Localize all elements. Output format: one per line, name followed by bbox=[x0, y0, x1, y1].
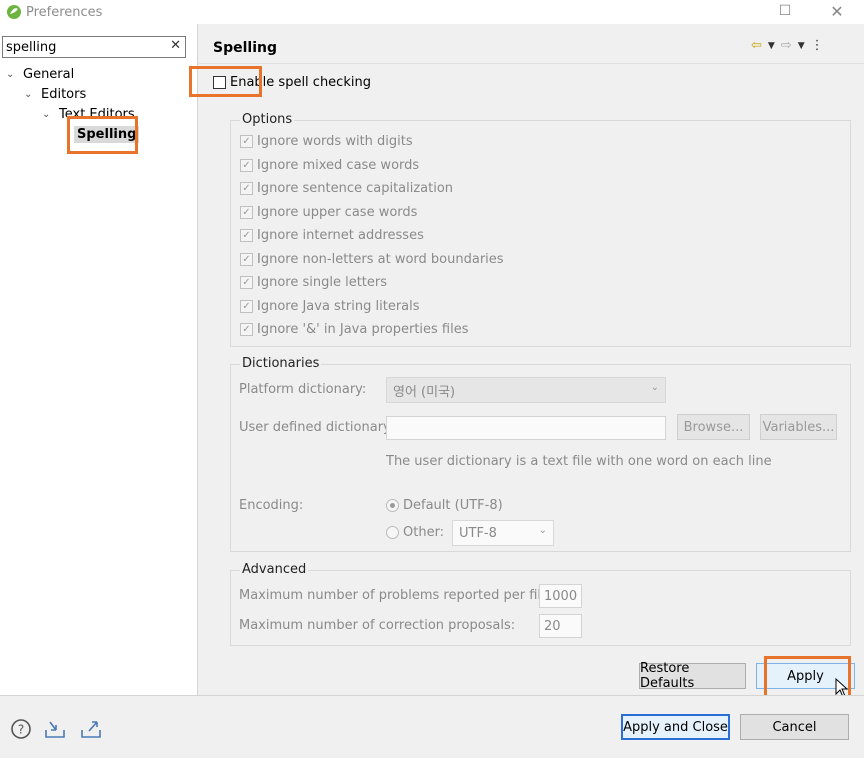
option-ignore-internet[interactable]: ✓ Ignore internet addresses bbox=[240, 228, 424, 243]
check-icon[interactable]: ✓ bbox=[240, 276, 253, 289]
option-ignore-mixed-case[interactable]: ✓ Ignore mixed case words bbox=[240, 158, 419, 173]
enable-label-pre: Ena bbox=[230, 75, 255, 90]
clear-icon[interactable]: ✕ bbox=[170, 38, 181, 53]
tree-item-editors[interactable]: ⌄ Editors bbox=[24, 85, 86, 103]
chevron-down-icon[interactable]: ⌄ bbox=[24, 89, 36, 100]
forward-menu-icon[interactable]: ▼ bbox=[798, 41, 805, 51]
platform-dictionary-select[interactable]: 영어 (미국) ⌄ bbox=[386, 377, 666, 403]
max-problems-input[interactable]: 1000 bbox=[539, 584, 582, 608]
tree-item-text-editors[interactable]: ⌄ Text Editors bbox=[42, 105, 135, 123]
title-bar: Preferences ☐ ✕ bbox=[0, 0, 864, 24]
enable-label-post: ble spell checking bbox=[254, 75, 371, 90]
user-dictionary-input[interactable] bbox=[386, 416, 666, 440]
check-icon[interactable]: ✓ bbox=[240, 323, 253, 336]
enable-spell-checkbox[interactable] bbox=[213, 76, 226, 89]
back-arrow-icon[interactable]: ⇦ bbox=[751, 38, 762, 53]
platform-dictionary-label: Platform dictionary: bbox=[239, 382, 367, 397]
preference-page: Spelling ⇦ ▼ ⇨ ▼ ⋮ Enable spell checking… bbox=[199, 24, 864, 695]
bottom-bar: ? Apply and Close Cancel bbox=[0, 695, 864, 758]
export-icon[interactable] bbox=[80, 718, 102, 740]
option-ignore-java-strings[interactable]: ✓ Ignore Java string literals bbox=[240, 299, 420, 314]
max-problems-label: Maximum number of problems reported per … bbox=[239, 588, 554, 603]
option-ignore-digits[interactable]: ✓ Ignore words with digits bbox=[240, 134, 413, 149]
options-group-title: Options bbox=[240, 112, 295, 127]
encoding-other-select[interactable]: UTF-8 ⌄ bbox=[452, 520, 554, 546]
maximize-icon[interactable]: ☐ bbox=[770, 0, 800, 22]
forward-arrow-icon[interactable]: ⇨ bbox=[781, 38, 792, 53]
dictionaries-group: Dictionaries Platform dictionary: 영어 (미국… bbox=[230, 356, 851, 552]
import-icon[interactable] bbox=[44, 718, 66, 740]
filter-field[interactable]: ✕ bbox=[2, 36, 186, 58]
chevron-down-icon: ⌄ bbox=[538, 525, 547, 536]
chevron-down-icon: ⌄ bbox=[650, 382, 659, 393]
view-menu-icon[interactable]: ⋮ bbox=[811, 38, 824, 53]
check-icon[interactable]: ✓ bbox=[240, 206, 253, 219]
option-ignore-upper-case[interactable]: ✓ Ignore upper case words bbox=[240, 205, 417, 220]
window-title: Preferences bbox=[26, 4, 103, 20]
check-icon[interactable]: ✓ bbox=[240, 159, 253, 172]
preference-tree-pane: ✕ ⌄ General ⌄ Editors ⌄ Text Editors Spe… bbox=[0, 24, 198, 695]
check-icon[interactable]: ✓ bbox=[240, 300, 253, 313]
page-title: Spelling bbox=[213, 40, 277, 56]
browse-button[interactable]: Browse... bbox=[677, 414, 750, 440]
encoding-default-radio[interactable]: Default (UTF-8) bbox=[386, 498, 503, 513]
tree-item-spelling[interactable]: Spelling bbox=[74, 125, 140, 143]
restore-defaults-button[interactable]: Restore Defaults bbox=[639, 661, 746, 691]
nav-toolbar: ⇦ ▼ ⇨ ▼ ⋮ bbox=[751, 38, 824, 53]
option-ignore-ampersand[interactable]: ✓ Ignore '&' in Java properties files bbox=[240, 322, 469, 337]
page-header: Spelling ⇦ ▼ ⇨ ▼ ⋮ bbox=[199, 24, 864, 64]
options-group: Options ✓ Ignore words with digits ✓ Ignor… bbox=[230, 112, 851, 347]
chevron-down-icon[interactable]: ⌄ bbox=[6, 69, 18, 80]
help-icon[interactable]: ? bbox=[10, 718, 32, 740]
option-ignore-sentence-cap[interactable]: ✓ Ignore sentence capitalization bbox=[240, 181, 453, 196]
max-corrections-input[interactable]: 20 bbox=[539, 614, 582, 638]
filter-input[interactable] bbox=[3, 39, 159, 55]
back-menu-icon[interactable]: ▼ bbox=[768, 41, 775, 51]
check-icon[interactable]: ✓ bbox=[240, 135, 253, 148]
tree-item-general[interactable]: ⌄ General bbox=[6, 65, 74, 83]
radio-selected-icon[interactable] bbox=[386, 499, 399, 512]
apply-and-close-button[interactable]: Apply and Close bbox=[621, 714, 730, 740]
max-corrections-label: Maximum number of correction proposals: bbox=[239, 618, 516, 633]
advanced-group: Advanced Maximum number of problems repo… bbox=[230, 562, 851, 646]
enable-spell-checking[interactable]: Enable spell checking bbox=[213, 75, 371, 90]
check-icon[interactable]: ✓ bbox=[240, 253, 253, 266]
svg-text:?: ? bbox=[18, 723, 24, 737]
advanced-group-title: Advanced bbox=[240, 562, 309, 577]
close-icon[interactable]: ✕ bbox=[822, 0, 852, 22]
option-ignore-single-letters[interactable]: ✓ Ignore single letters bbox=[240, 275, 387, 290]
option-ignore-non-letters[interactable]: ✓ Ignore non-letters at word boundaries bbox=[240, 252, 504, 267]
radio-unselected-icon[interactable] bbox=[386, 526, 399, 539]
chevron-down-icon[interactable]: ⌄ bbox=[42, 109, 54, 120]
encoding-label: Encoding: bbox=[239, 498, 304, 513]
encoding-other-radio[interactable]: Other: bbox=[386, 525, 444, 540]
user-dictionary-label: User defined dictionary: bbox=[239, 420, 395, 435]
dictionaries-group-title: Dictionaries bbox=[240, 356, 322, 371]
user-dictionary-hint: The user dictionary is a text file with … bbox=[386, 454, 772, 469]
check-icon[interactable]: ✓ bbox=[240, 182, 253, 195]
cancel-button[interactable]: Cancel bbox=[740, 714, 849, 740]
variables-button[interactable]: Variables... bbox=[760, 414, 837, 440]
check-icon[interactable]: ✓ bbox=[240, 229, 253, 242]
spring-app-icon bbox=[7, 5, 21, 19]
